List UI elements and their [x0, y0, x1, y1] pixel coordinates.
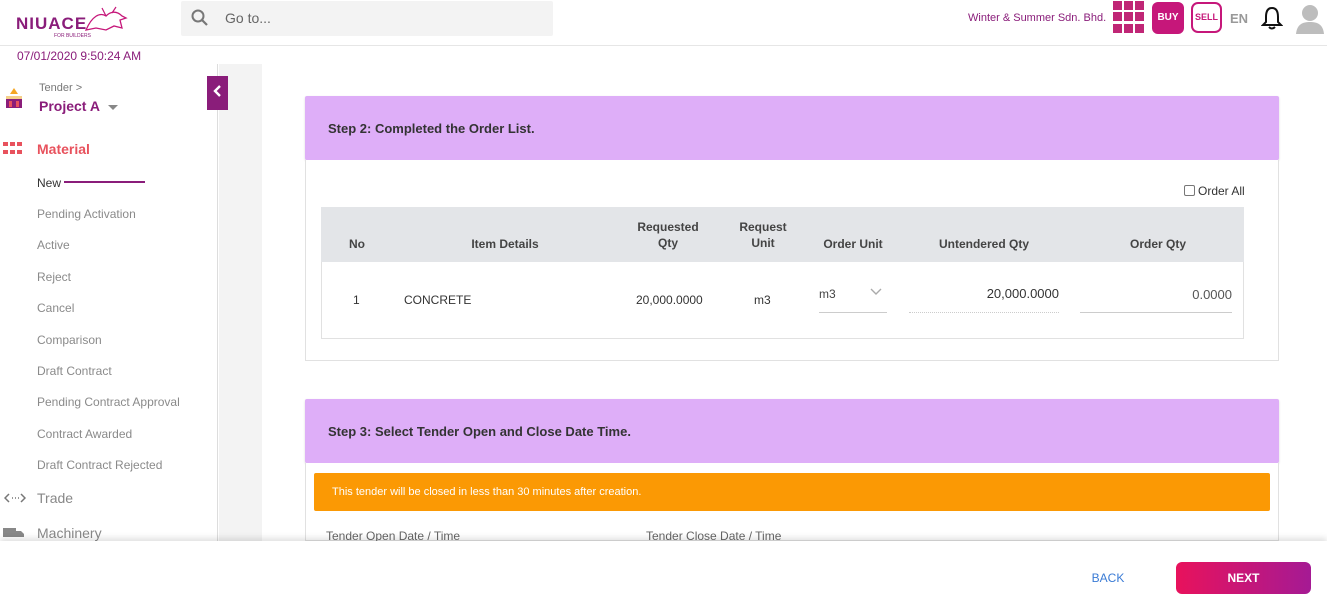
- truck-icon: [3, 528, 24, 537]
- sidebar-item-new[interactable]: New: [37, 176, 61, 190]
- caret-down-icon: [107, 104, 118, 110]
- column-header-order-qty: Order Qty: [1129, 237, 1186, 251]
- requested-qty-line2: Qty: [657, 236, 678, 250]
- order-all-checkbox[interactable]: Order All: [1184, 184, 1245, 198]
- sidebar-item-contract-awarded[interactable]: Contract Awarded: [37, 427, 132, 441]
- sidebar-item-reject[interactable]: Reject: [37, 270, 71, 284]
- trade-arrows-icon: [4, 493, 26, 503]
- material-grid-icon: [3, 142, 22, 156]
- untendered-qty-value: 20,000.0000: [986, 286, 1059, 301]
- row-request-unit: m3: [754, 293, 771, 307]
- row-requested-qty: 20,000.0000: [636, 293, 703, 307]
- order-all-label: Order All: [1198, 184, 1245, 198]
- request-unit-line1: Request: [739, 220, 787, 234]
- sidebar-section-material[interactable]: Material: [37, 141, 90, 157]
- step3-title: Step 3: Select Tender Open and Close Dat…: [328, 424, 631, 439]
- chevron-down-icon: [870, 288, 882, 295]
- column-header-untendered-qty: Untendered Qty: [938, 237, 1029, 251]
- sidebar-item-pending-activation[interactable]: Pending Activation: [37, 207, 136, 221]
- project-building-icon: [6, 88, 22, 108]
- active-indicator: [64, 181, 145, 183]
- search-bar[interactable]: [181, 1, 553, 36]
- checkbox-icon[interactable]: [1184, 185, 1195, 196]
- bull-logo-icon: [84, 6, 128, 31]
- current-datetime: 07/01/2020 9:50:24 AM: [17, 49, 142, 63]
- top-bar: NIUACE FOR BUILDERS Winter & Summer Sdn.…: [0, 0, 1327, 46]
- project-selector[interactable]: Project A: [39, 98, 118, 114]
- request-unit-line2: Unit: [751, 236, 775, 250]
- back-button[interactable]: BACK: [1080, 570, 1136, 586]
- sidebar-item-comparison[interactable]: Comparison: [37, 333, 102, 347]
- search-icon: [191, 9, 208, 26]
- brand-logo[interactable]: NIUACE FOR BUILDERS: [14, 6, 128, 39]
- apps-grid-icon[interactable]: [1113, 1, 1145, 33]
- untendered-qty-field: 20,000.0000: [909, 285, 1059, 313]
- footer-bar: [0, 541, 1327, 597]
- column-header-no: No: [349, 237, 365, 251]
- sidebar-item-active[interactable]: Active: [37, 238, 70, 252]
- row-item-details: CONCRETE: [404, 293, 472, 307]
- sidebar-collapse-button[interactable]: [207, 76, 228, 110]
- sidebar-item-draft-contract[interactable]: Draft Contract: [37, 364, 112, 378]
- buy-button[interactable]: BUY: [1152, 2, 1184, 34]
- order-qty-value: 0.0000: [1192, 287, 1232, 302]
- logo-text: NIUACE: [16, 14, 88, 33]
- search-input[interactable]: [225, 8, 525, 28]
- order-unit-value: m3: [819, 287, 836, 301]
- sidebar-item-cancel[interactable]: Cancel: [37, 301, 74, 315]
- company-name: Winter & Summer Sdn. Bhd.: [968, 12, 1107, 24]
- project-name: Project A: [39, 98, 100, 114]
- row-no: 1: [353, 293, 360, 307]
- sell-button[interactable]: SELL: [1191, 2, 1222, 33]
- step2-header: Step 2: Completed the Order List.: [305, 96, 1279, 160]
- language-switch[interactable]: EN: [1230, 11, 1248, 26]
- step2-title: Step 2: Completed the Order List.: [328, 121, 535, 136]
- breadcrumb[interactable]: Tender >: [39, 82, 82, 94]
- column-header-requested-qty: Requested Qty: [628, 219, 708, 251]
- step3-header: Step 3: Select Tender Open and Close Dat…: [305, 399, 1279, 463]
- sidebar-section-machinery[interactable]: Machinery: [37, 525, 102, 541]
- column-header-item-details: Item Details: [471, 237, 539, 251]
- sidebar-item-draft-contract-rejected[interactable]: Draft Contract Rejected: [37, 458, 162, 472]
- avatar[interactable]: [1295, 2, 1325, 34]
- sidebar-item-pending-contract-approval[interactable]: Pending Contract Approval: [37, 395, 180, 409]
- requested-qty-line1: Requested: [637, 220, 699, 234]
- order-unit-select[interactable]: m3: [819, 285, 887, 313]
- column-header-order-unit: Order Unit: [823, 237, 883, 251]
- next-button[interactable]: NEXT: [1176, 562, 1311, 594]
- warning-text: This tender will be closed in less than …: [332, 486, 642, 498]
- chevron-left-icon: [212, 85, 221, 97]
- bell-icon[interactable]: [1261, 6, 1283, 30]
- sidebar-section-trade[interactable]: Trade: [37, 490, 73, 506]
- column-header-request-unit: Request Unit: [728, 219, 798, 251]
- closing-warning-banner: This tender will be closed in less than …: [314, 473, 1270, 511]
- order-qty-input[interactable]: 0.0000: [1080, 285, 1232, 313]
